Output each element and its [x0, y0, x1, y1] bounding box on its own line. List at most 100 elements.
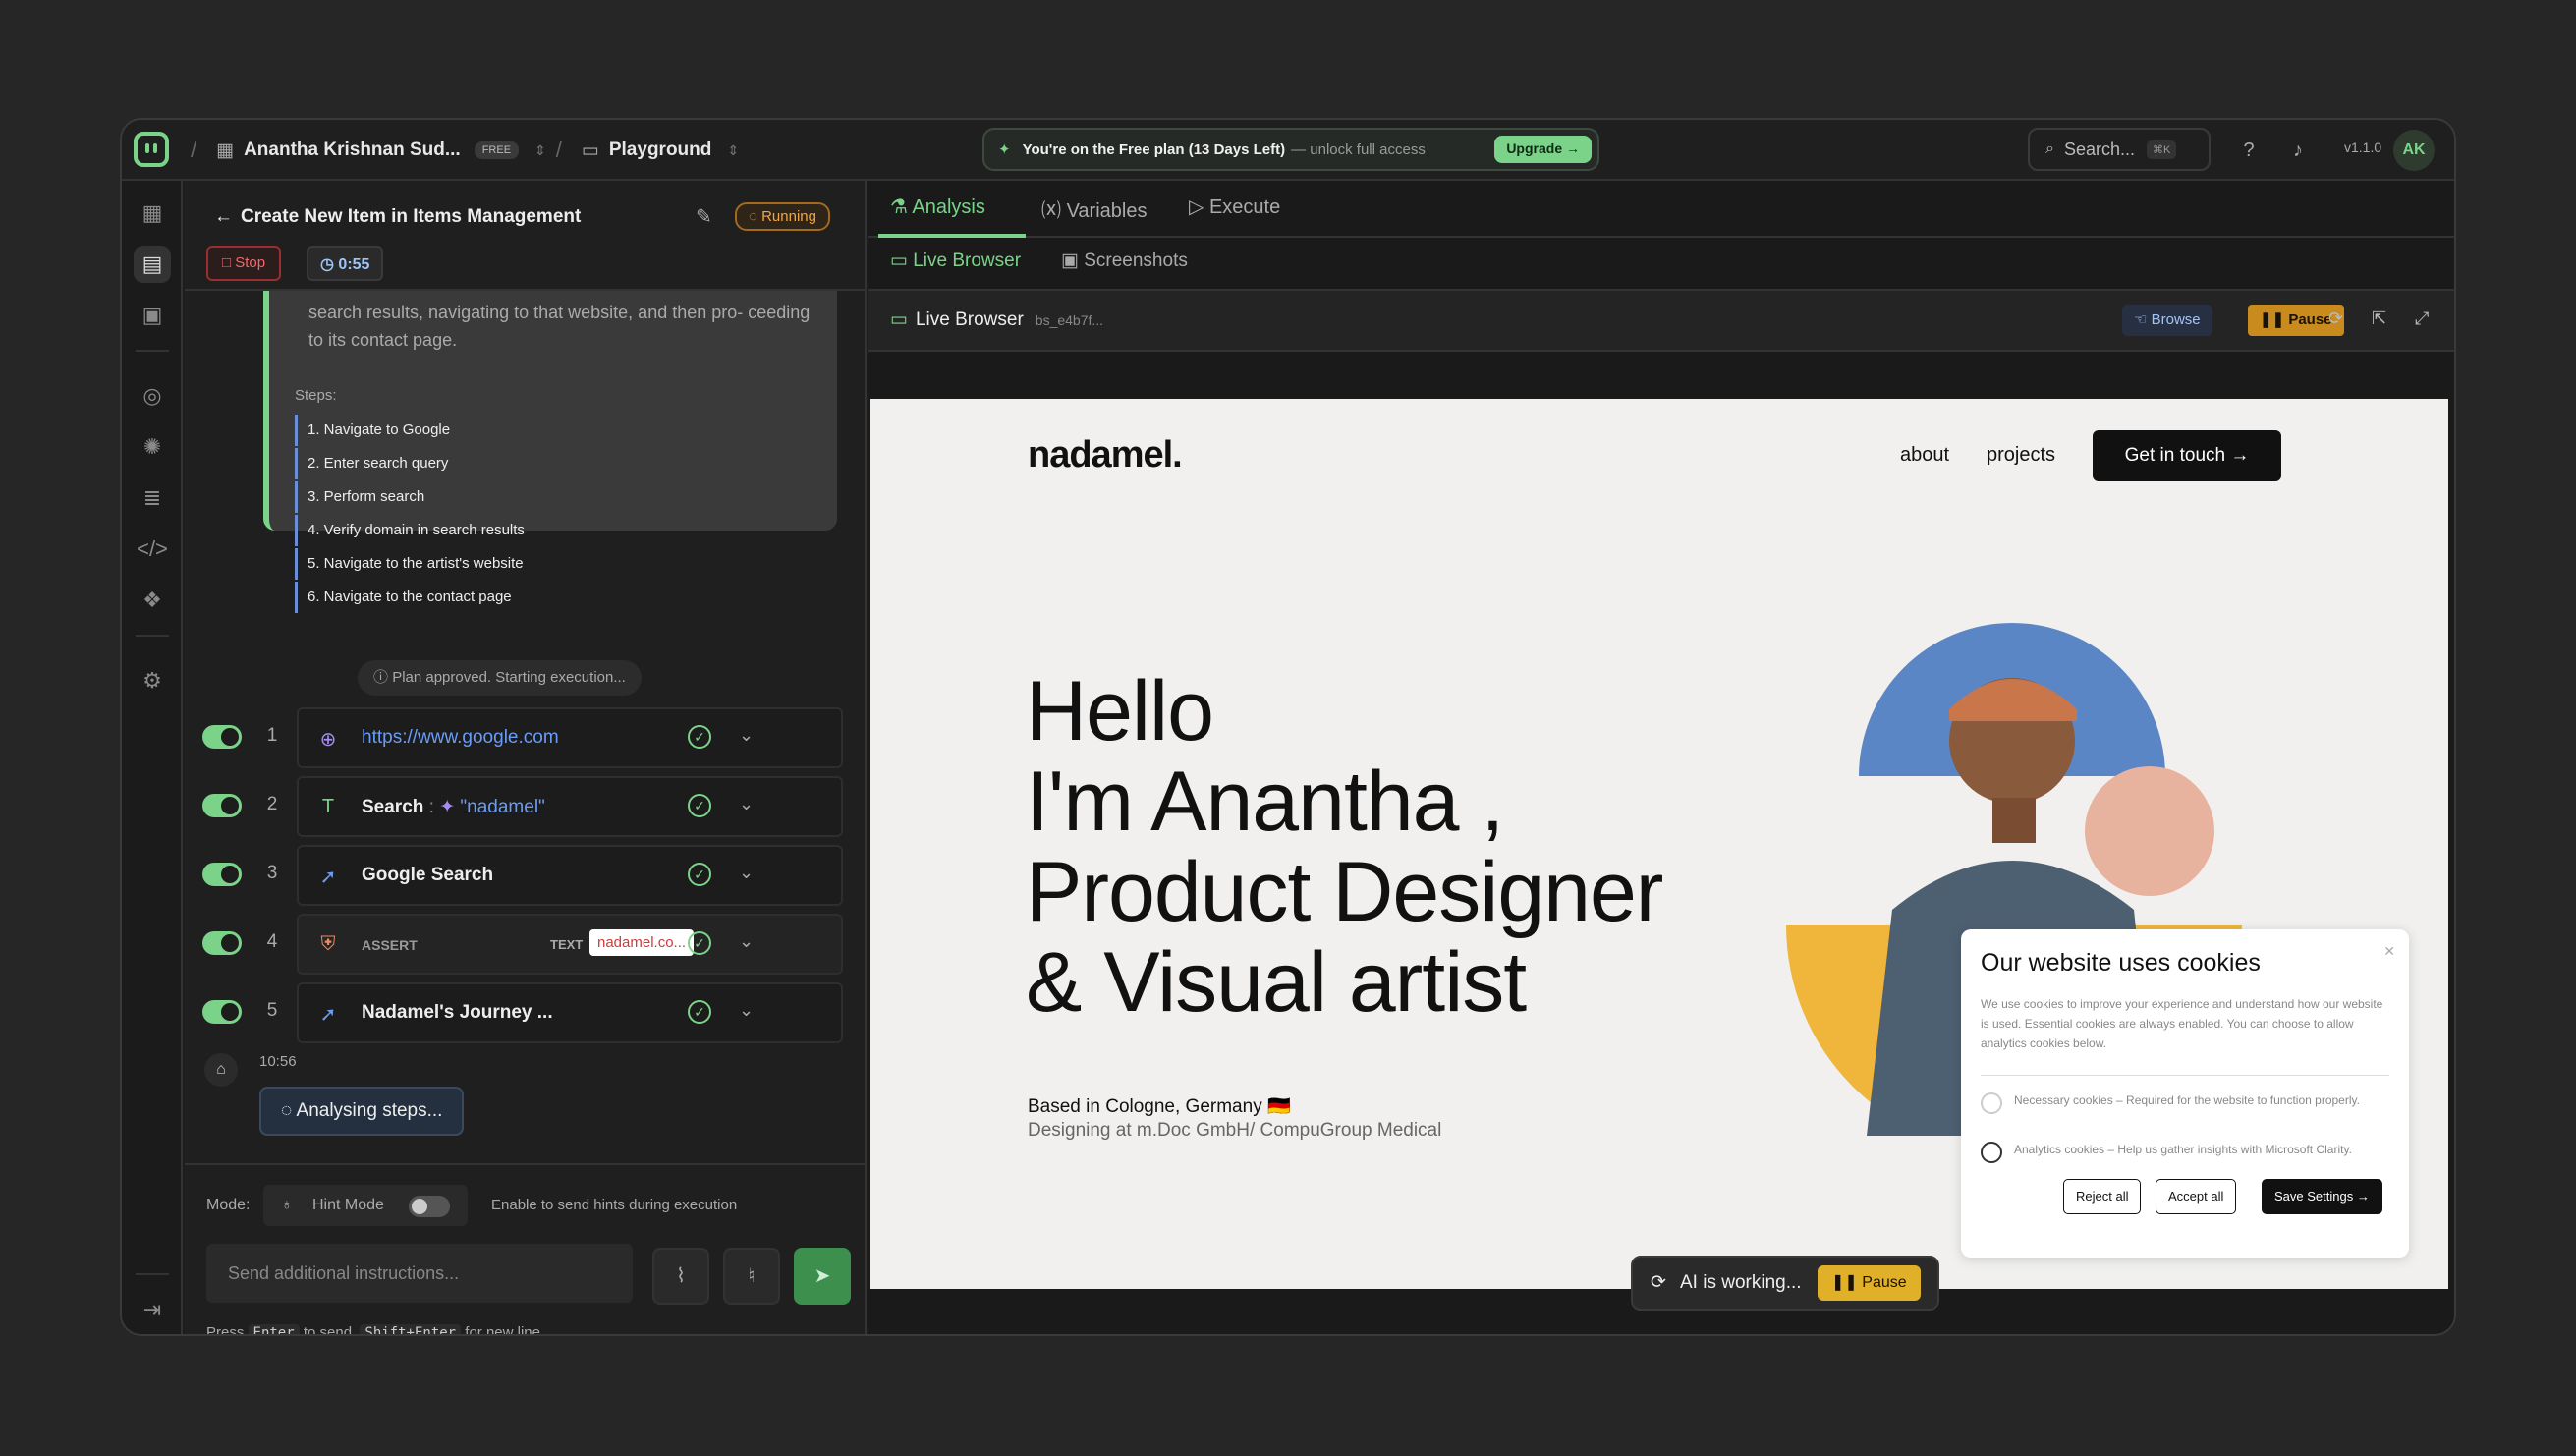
- chevron-down-icon[interactable]: ⌄: [739, 794, 754, 814]
- task-title: ← Create New Item in Items Management: [214, 206, 582, 227]
- check-icon: ✓: [688, 863, 711, 886]
- location-text: Based in Cologne, Germany 🇩🇪: [1028, 1096, 1291, 1117]
- get-in-touch-button[interactable]: Get in touch →: [2093, 430, 2281, 481]
- radar-icon[interactable]: ◎: [134, 377, 171, 415]
- spinner-icon: ⟳: [1651, 1272, 1666, 1293]
- site-nav-projects[interactable]: projects: [1987, 444, 2055, 467]
- help-icon[interactable]: ?: [2234, 136, 2264, 165]
- action-row[interactable]: 3 ➚ Google Search ✓ ⌄: [202, 845, 843, 906]
- workspace-name[interactable]: Anantha Krishnan Sud...: [244, 140, 461, 161]
- code-icon[interactable]: </>: [134, 531, 171, 568]
- action-toggle[interactable]: [202, 725, 242, 749]
- save-settings-button[interactable]: Save Settings →: [2262, 1179, 2382, 1214]
- cookie-description: We use cookies to improve your experienc…: [1981, 997, 2383, 1050]
- close-icon[interactable]: ✕: [2383, 943, 2395, 960]
- search-shortcut: ⌘K: [2147, 140, 2177, 159]
- microphone-icon[interactable]: ♮: [723, 1248, 780, 1305]
- type-icon: T: [321, 796, 335, 817]
- action-toggle[interactable]: [202, 1000, 242, 1024]
- reject-all-button[interactable]: Reject all: [2063, 1179, 2142, 1214]
- steps-heading: Steps:: [295, 387, 337, 404]
- necessary-cookies-option: Necessary cookies – Required for the web…: [1981, 1091, 2393, 1114]
- action-row[interactable]: 1 ⊕ https://www.google.com ✓ ⌄: [202, 707, 843, 768]
- chevron-down-icon[interactable]: ⌄: [739, 863, 754, 883]
- ai-status-bar: ⟳ AI is working... ❚❚ Pause: [1631, 1256, 1939, 1311]
- hint-switch[interactable]: [409, 1196, 450, 1217]
- analysing-status: ◌ Analysing steps...: [259, 1087, 465, 1136]
- tab-analysis[interactable]: ⚗ Analysis: [890, 195, 985, 219]
- hint-mode-toggle[interactable]: ♁ Hint Mode: [263, 1185, 468, 1226]
- app-logo-icon[interactable]: [134, 132, 169, 167]
- action-row[interactable]: 2 T Search : ✦ "nadamel" ✓ ⌄: [202, 776, 843, 837]
- action-url[interactable]: https://www.google.com: [362, 727, 559, 749]
- rail-divider: [136, 350, 169, 352]
- upgrade-button[interactable]: Upgrade →: [1494, 136, 1592, 163]
- accept-all-button[interactable]: Accept all: [2156, 1179, 2237, 1214]
- dashboard-icon[interactable]: ▦: [134, 195, 171, 232]
- hint-description: Enable to send hints during execution: [491, 1197, 738, 1213]
- action-card[interactable]: ➚ Google Search ✓ ⌄: [297, 845, 843, 906]
- project-switch-icon[interactable]: ⇕: [727, 142, 739, 159]
- stop-button[interactable]: □ Stop: [206, 246, 282, 281]
- action-toggle[interactable]: [202, 931, 242, 955]
- website-viewport[interactable]: nadamel. about projects Get in touch → H…: [870, 399, 2448, 1289]
- cursor-icon: ➚: [319, 1004, 337, 1026]
- site-nav-about[interactable]: about: [1900, 444, 1949, 467]
- avatar[interactable]: AK: [2393, 130, 2435, 171]
- pause-ai-button[interactable]: ❚❚ Pause: [1818, 1265, 1921, 1301]
- tab-variables[interactable]: ⒳ Variables: [1041, 195, 1147, 223]
- action-row[interactable]: 5 ➚ Nadamel's Journey ... ✓ ⌄: [202, 982, 843, 1043]
- expand-icon[interactable]: ⤢: [2415, 308, 2429, 329]
- logout-icon[interactable]: ⇥: [134, 1291, 171, 1328]
- chevron-down-icon[interactable]: ⌄: [739, 931, 754, 952]
- send-button[interactable]: ➤: [794, 1248, 851, 1305]
- image-icon: ▣: [1061, 251, 1079, 271]
- tab-execute[interactable]: ▷ Execute: [1189, 195, 1280, 219]
- figma-icon[interactable]: ❖: [134, 582, 171, 619]
- attach-icon[interactable]: ⌇: [652, 1248, 709, 1305]
- project-name[interactable]: Playground: [609, 140, 712, 161]
- back-arrow-icon[interactable]: ←: [214, 206, 233, 227]
- bell-icon[interactable]: ♪: [2283, 136, 2313, 165]
- browse-mode-badge[interactable]: ☜ Browse: [2122, 305, 2212, 336]
- rail-divider: [136, 635, 169, 637]
- action-number: 5: [266, 1000, 278, 1021]
- cookie-dialog: Our website uses cookies ✕ We use cookie…: [1961, 929, 2409, 1258]
- instruction-input[interactable]: Send additional instructions...: [206, 1244, 633, 1303]
- document-icon[interactable]: ▤: [134, 246, 171, 283]
- chevron-down-icon[interactable]: ⌄: [739, 725, 754, 746]
- chevron-down-icon[interactable]: ⌄: [739, 1000, 754, 1021]
- assert-value: nadamel.co...: [589, 929, 695, 956]
- live-browser-bar: ▭ Live Browser bs_e4b7f... ☜ Browse ❚❚ Pau…: [868, 291, 2454, 352]
- workspace-switch-icon[interactable]: ⇕: [534, 142, 546, 159]
- shield-icon: ⛨: [320, 933, 336, 955]
- tab-screenshots[interactable]: ▣ Screenshots: [1061, 250, 1188, 272]
- live-browser-title: ▭ Live Browser bs_e4b7f...: [890, 309, 1104, 330]
- database-icon[interactable]: ≣: [134, 479, 171, 517]
- refresh-icon[interactable]: ⟳: [2328, 308, 2343, 329]
- search-box[interactable]: ⌕ Search... ⌘K: [2028, 128, 2211, 171]
- action-card[interactable]: ⊕ https://www.google.com ✓ ⌄: [297, 707, 843, 768]
- tab-live-browser[interactable]: ▭ Live Browser: [890, 250, 1021, 272]
- plan-text: search results, navigating to that websi…: [308, 303, 811, 350]
- edit-icon[interactable]: ✎: [696, 204, 712, 229]
- action-card[interactable]: ⛨ ASSERT TEXT nadamel.co... ✓ ⌄: [297, 914, 843, 975]
- sparkle-icon: ✦: [998, 141, 1011, 158]
- site-logo[interactable]: nadamel.: [1028, 434, 1183, 476]
- gear-icon[interactable]: ⚙: [134, 662, 171, 700]
- info-icon: ⓘ: [373, 669, 389, 686]
- breadcrumb: / ▦ Anantha Krishnan Sud... FREE ⇕ / ▭ P…: [191, 120, 739, 181]
- action-card[interactable]: ➚ Nadamel's Journey ... ✓ ⌄: [297, 982, 843, 1043]
- action-number: 1: [266, 725, 278, 746]
- action-row[interactable]: 4 ⛨ ASSERT TEXT nadamel.co... ✓ ⌄: [202, 914, 843, 975]
- version-label: v1.1.0: [2344, 140, 2382, 155]
- brain-icon[interactable]: ✺: [134, 428, 171, 466]
- action-toggle[interactable]: [202, 794, 242, 817]
- check-icon: ✓: [688, 931, 711, 955]
- external-link-icon[interactable]: ⇱: [2372, 308, 2386, 329]
- action-toggle[interactable]: [202, 863, 242, 886]
- analytics-cookies-option[interactable]: Analytics cookies – Help us gather insig…: [1981, 1140, 2393, 1163]
- action-card[interactable]: T Search : ✦ "nadamel" ✓ ⌄: [297, 776, 843, 837]
- clipboard-icon[interactable]: ▣: [134, 297, 171, 334]
- stop-icon: □: [222, 254, 232, 271]
